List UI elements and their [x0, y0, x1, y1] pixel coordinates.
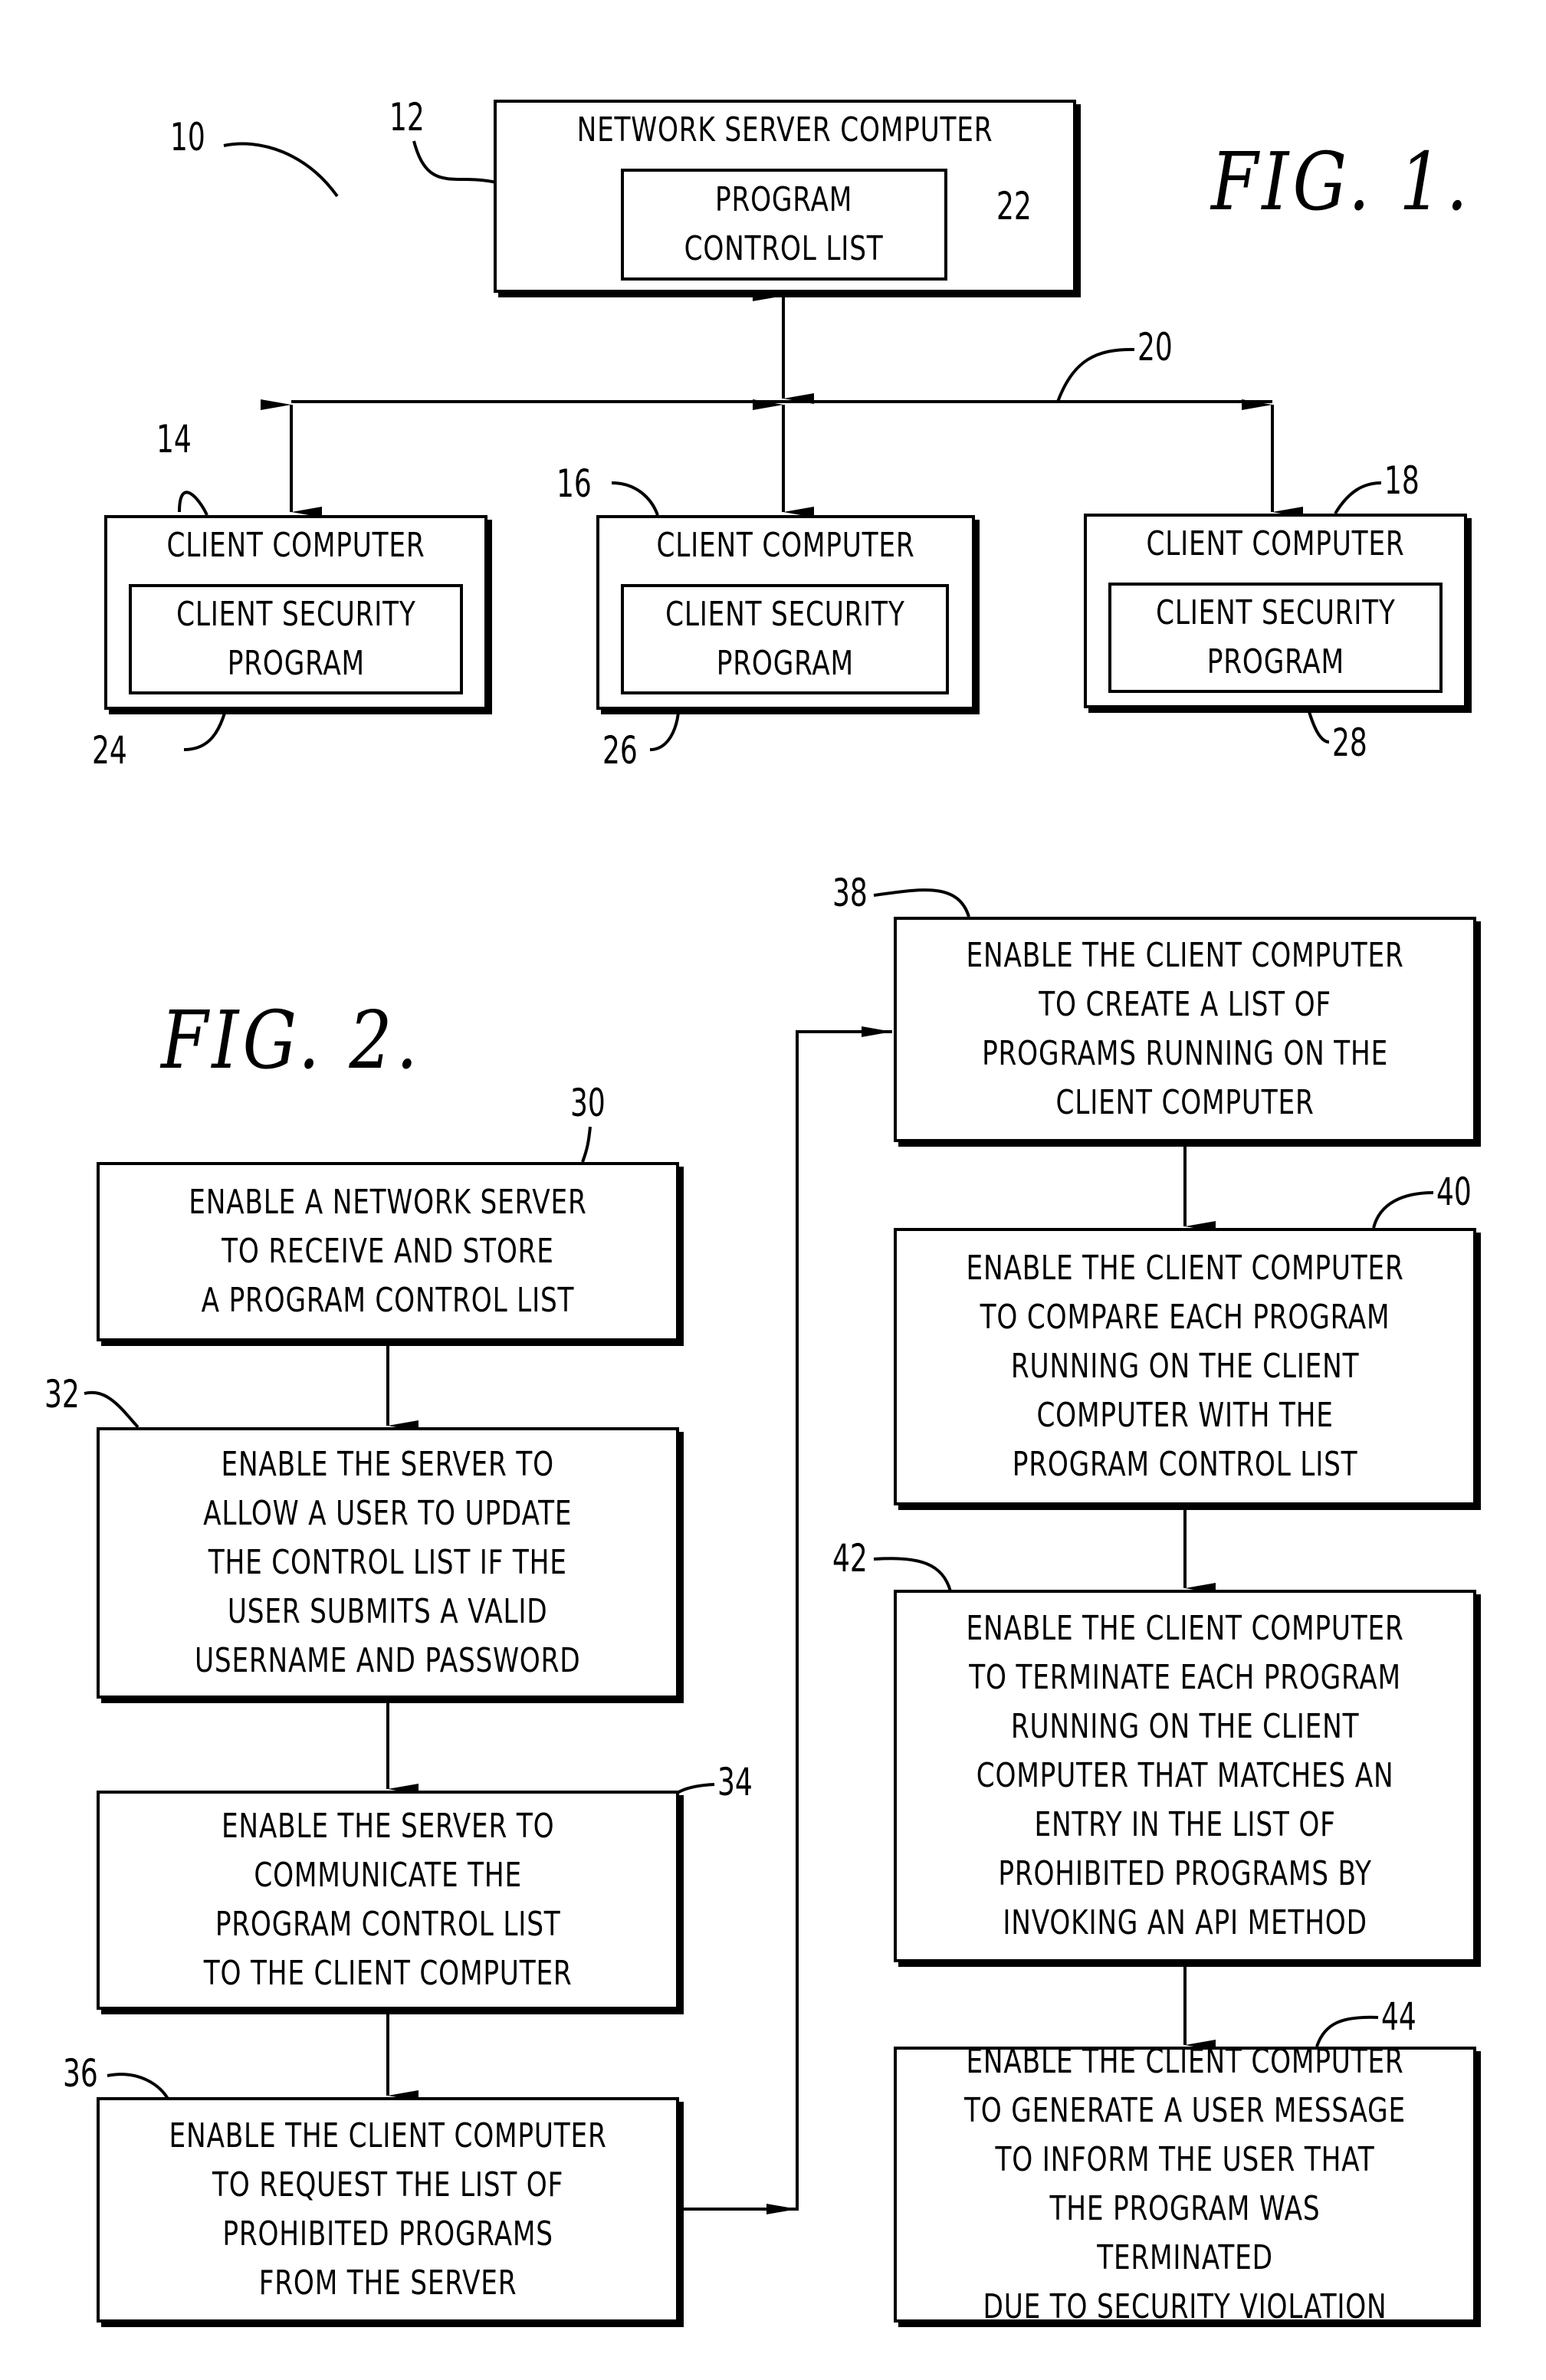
leader-38 [873, 888, 970, 918]
step-32-box: ENABLE THE SERVER TO ALLOW A USER TO UPD… [97, 1427, 679, 1699]
step-34-text: ENABLE THE SERVER TO COMMUNICATE THE PRO… [203, 1807, 573, 1993]
step-36-box: ENABLE THE CLIENT COMPUTER TO REQUEST TH… [97, 2097, 679, 2323]
leader-18 [1334, 481, 1382, 515]
step-34-box: ENABLE THE SERVER TO COMMUNICATE THE PRO… [97, 1791, 679, 2010]
client-security-program-26-label: CLIENT SECURITY PROGRAM [665, 595, 905, 683]
step-44-box: ENABLE THE CLIENT COMPUTER TO GENERATE A… [894, 2042, 1476, 2326]
leader-16 [611, 481, 659, 516]
leader-10 [223, 142, 339, 198]
step-42-text: ENABLE THE CLIENT COMPUTER TO TERMINATE … [966, 1609, 1404, 1942]
ref-26: 26 [602, 728, 638, 773]
ref-44: 44 [1381, 1994, 1416, 2039]
client-security-program-28-box: CLIENT SECURITY PROGRAM [1108, 583, 1443, 693]
client-computer-18-box: CLIENT COMPUTER CLIENT SECURITY PROGRAM [1084, 514, 1467, 708]
client-security-program-28-label: CLIENT SECURITY PROGRAM [1155, 593, 1396, 681]
server-title: NETWORK SERVER COMPUTER [576, 110, 993, 149]
client-computer-14-title: CLIENT COMPUTER [166, 526, 425, 565]
client-computer-14-box: CLIENT COMPUTER CLIENT SECURITY PROGRAM [104, 515, 487, 710]
step-36-text: ENABLE THE CLIENT COMPUTER TO REQUEST TH… [169, 2116, 607, 2303]
leader-32 [84, 1390, 140, 1429]
client-security-program-24-box: CLIENT SECURITY PROGRAM [129, 584, 463, 694]
ref-30: 30 [570, 1081, 606, 1125]
ref-22: 22 [996, 184, 1032, 228]
client-computer-16-title: CLIENT COMPUTER [656, 526, 915, 565]
leader-14 [178, 491, 208, 516]
program-control-list-box: PROGRAM CONTROL LIST [621, 169, 947, 281]
step-42-box: ENABLE THE CLIENT COMPUTER TO TERMINATE … [894, 1590, 1476, 1962]
client-computer-18-title: CLIENT COMPUTER [1146, 524, 1405, 563]
ref-36: 36 [63, 2051, 98, 2096]
ref-38: 38 [832, 871, 868, 915]
network-server-computer-box: NETWORK SERVER COMPUTER PROGRAM CONTROL … [494, 100, 1076, 293]
step-30-box: ENABLE A NETWORK SERVER TO RECEIVE AND S… [97, 1162, 679, 1341]
ref-12: 12 [389, 95, 425, 140]
client-computer-16-box: CLIENT COMPUTER CLIENT SECURITY PROGRAM [596, 515, 975, 710]
step-40-box: ENABLE THE CLIENT COMPUTER TO COMPARE EA… [894, 1228, 1476, 1505]
fig2-label: FIG. 2. [161, 993, 422, 1087]
fig1-label: FIG. 1. [1211, 135, 1472, 228]
ref-10: 10 [170, 115, 205, 159]
leader-20 [1056, 347, 1135, 402]
ref-20: 20 [1137, 325, 1173, 369]
leader-30 [581, 1126, 592, 1163]
step-44-text: ENABLE THE CLIENT COMPUTER TO GENERATE A… [963, 2042, 1406, 2326]
leader-42 [873, 1557, 952, 1592]
ref-42: 42 [832, 1536, 868, 1581]
leader-36 [107, 2073, 170, 2101]
ref-14: 14 [156, 417, 192, 461]
ref-16: 16 [556, 461, 592, 506]
ref-40: 40 [1436, 1170, 1472, 1214]
step-40-text: ENABLE THE CLIENT COMPUTER TO COMPARE EA… [966, 1249, 1404, 1484]
ref-32: 32 [44, 1372, 80, 1417]
step-32-text: ENABLE THE SERVER TO ALLOW A USER TO UPD… [195, 1445, 581, 1680]
leader-40 [1372, 1191, 1434, 1229]
ref-34: 34 [717, 1760, 753, 1804]
step-38-box: ENABLE THE CLIENT COMPUTER TO CREATE A L… [894, 917, 1476, 1142]
step-30-text: ENABLE A NETWORK SERVER TO RECEIVE AND S… [189, 1183, 587, 1320]
client-security-program-26-box: CLIENT SECURITY PROGRAM [621, 584, 949, 694]
program-control-list-label: PROGRAM CONTROL LIST [684, 180, 884, 268]
ref-24: 24 [92, 728, 127, 773]
ref-28: 28 [1332, 721, 1367, 765]
step-38-text: ENABLE THE CLIENT COMPUTER TO CREATE A L… [966, 936, 1404, 1122]
client-security-program-24-label: CLIENT SECURITY PROGRAM [176, 595, 416, 683]
ref-18: 18 [1384, 458, 1420, 503]
arrow-36-38 [684, 1026, 892, 2211]
leader-12 [412, 140, 507, 187]
